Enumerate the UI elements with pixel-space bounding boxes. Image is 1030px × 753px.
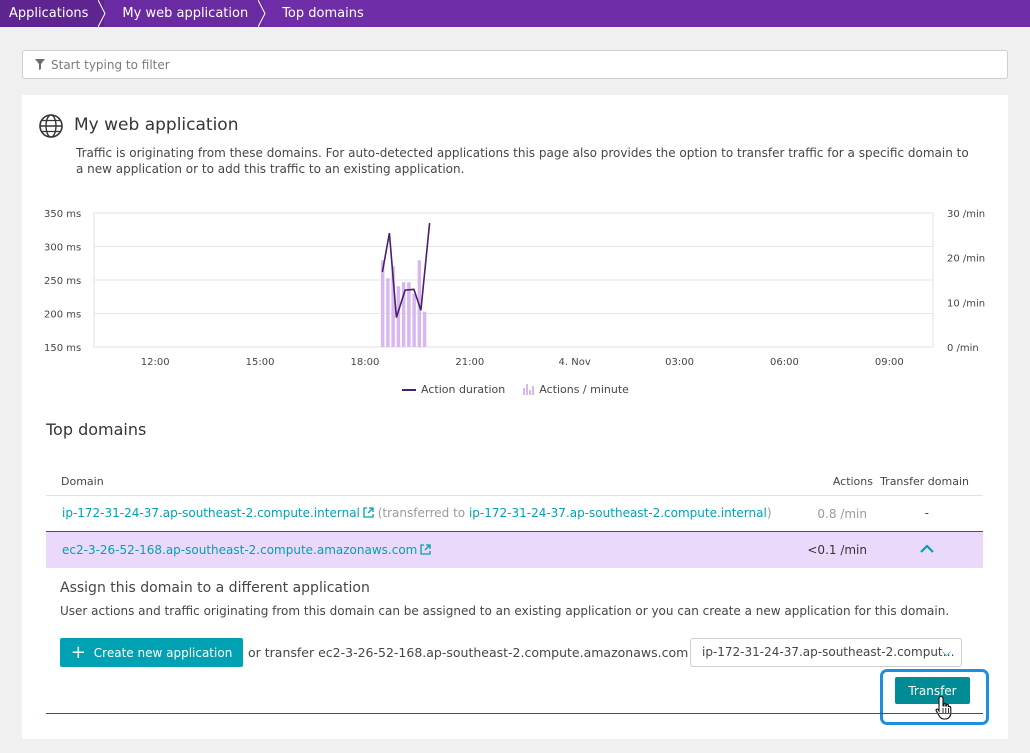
domain-cell: ec2-3-26-52-168.ap-southeast-2.compute.a… (62, 543, 432, 557)
assign-title: Assign this domain to a different applic… (60, 580, 370, 596)
bar (412, 293, 416, 347)
breadcrumb-label: Applications (9, 6, 89, 21)
filter-bar[interactable] (22, 50, 1008, 79)
x-tick-label: 12:00 (141, 357, 170, 368)
breadcrumb: Applications My web application Top doma… (0, 0, 1030, 27)
table-row-selected[interactable]: ec2-3-26-52-168.ap-southeast-2.compute.a… (46, 532, 983, 568)
y-right-tick-label: 0 /min (947, 343, 979, 354)
y-right-tick-label: 20 /min (947, 254, 985, 265)
page-description: Traffic is originating from these domain… (76, 146, 969, 176)
domain-cell: ip-172-31-24-37.ap-southeast-2.compute.i… (62, 506, 772, 520)
column-header-actions[interactable]: Actions (833, 475, 873, 488)
bars-swatch-icon (523, 384, 535, 395)
chart-legend: Action duration Actions / minute (402, 383, 629, 396)
y-left-tick-label: 350 ms (44, 209, 81, 220)
legend-label: Actions / minute (539, 383, 629, 396)
breadcrumb-separator-icon (98, 0, 106, 27)
globe-icon (39, 114, 63, 138)
transfer-button[interactable]: Transfer (895, 677, 970, 704)
line-swatch-icon (402, 388, 416, 391)
y-left-tick-label: 200 ms (44, 310, 81, 321)
y-left-tick-label: 150 ms (44, 343, 81, 354)
table-row[interactable]: ip-172-31-24-37.ap-southeast-2.compute.i… (46, 496, 983, 532)
selected-application: ip-172-31-24-37.ap-southeast-2.comput… (702, 645, 955, 659)
x-tick-label: 03:00 (665, 357, 694, 368)
x-tick-label: 09:00 (875, 357, 904, 368)
breadcrumb-top-domains[interactable]: Top domains (264, 0, 380, 27)
external-link-icon[interactable] (420, 544, 432, 555)
legend-label: Action duration (421, 383, 506, 396)
bar (422, 311, 427, 347)
y-right-tick-label: 30 /min (947, 209, 985, 220)
main-card: My web application Traffic is originatin… (22, 95, 1008, 739)
hand-cursor-icon (935, 695, 952, 720)
actions-cell: 0.8 /min (817, 507, 867, 521)
y-left-tick-label: 250 ms (44, 276, 81, 287)
x-tick-label: 18:00 (351, 357, 380, 368)
chevron-up-icon[interactable] (919, 541, 935, 557)
breadcrumb-separator-icon (258, 0, 266, 27)
filter-input[interactable] (51, 57, 951, 72)
bar (407, 282, 411, 347)
transferred-note-suffix: ) (766, 506, 772, 520)
actions-cell: <0.1 /min (807, 543, 867, 557)
x-tick-label: 15:00 (246, 357, 275, 368)
section-title: Top domains (46, 420, 147, 439)
plus-icon: + (70, 641, 86, 663)
button-label: Create new application (93, 645, 233, 660)
transfer-text: or transfer ec2-3-26-52-168.ap-southeast… (248, 645, 705, 660)
breadcrumb-label: Top domains (282, 6, 364, 21)
bar (380, 260, 385, 347)
transfer-cell: - (924, 506, 929, 520)
y-right-tick-label: 10 /min (947, 298, 985, 309)
breadcrumb-my-web-application[interactable]: My web application (104, 0, 266, 27)
application-select[interactable]: ip-172-31-24-37.ap-southeast-2.comput… ⌵ (690, 638, 962, 667)
x-tick-label: 06:00 (770, 357, 799, 368)
column-header-domain[interactable]: Domain (61, 475, 104, 488)
create-new-application-button[interactable]: + Create new application (60, 638, 243, 667)
external-link-icon[interactable] (363, 507, 374, 518)
domain-link[interactable]: ip-172-31-24-37.ap-southeast-2.compute.i… (62, 506, 360, 520)
x-tick-label: 4. Nov (559, 357, 591, 368)
assign-description: User actions and traffic originating fro… (60, 604, 950, 618)
table-header: Domain Actions Transfer domain (46, 472, 983, 496)
transferred-note-prefix: (transferred to (377, 506, 466, 520)
bar (386, 278, 390, 347)
filter-icon (35, 59, 45, 70)
chevron-down-icon: ⌵ (941, 645, 951, 659)
traffic-chart: 350 ms 300 ms 250 ms 200 ms 150 ms 30 /min 20 … (44, 209, 985, 368)
page-title: My web application (74, 115, 239, 135)
domain-link[interactable]: ec2-3-26-52-168.ap-southeast-2.compute.a… (62, 543, 417, 557)
divider (46, 713, 983, 714)
legend-item-action-duration[interactable]: Action duration (402, 383, 505, 396)
y-left-tick-label: 300 ms (44, 243, 81, 254)
legend-item-actions-per-minute[interactable]: Actions / minute (523, 383, 629, 396)
column-header-transfer: Transfer domain (880, 475, 969, 488)
transferred-target-link[interactable]: ip-172-31-24-37.ap-southeast-2.compute.i… (469, 506, 767, 520)
x-tick-label: 21:00 (455, 357, 484, 368)
breadcrumb-label: My web application (122, 6, 249, 21)
breadcrumb-applications[interactable]: Applications (0, 0, 106, 27)
